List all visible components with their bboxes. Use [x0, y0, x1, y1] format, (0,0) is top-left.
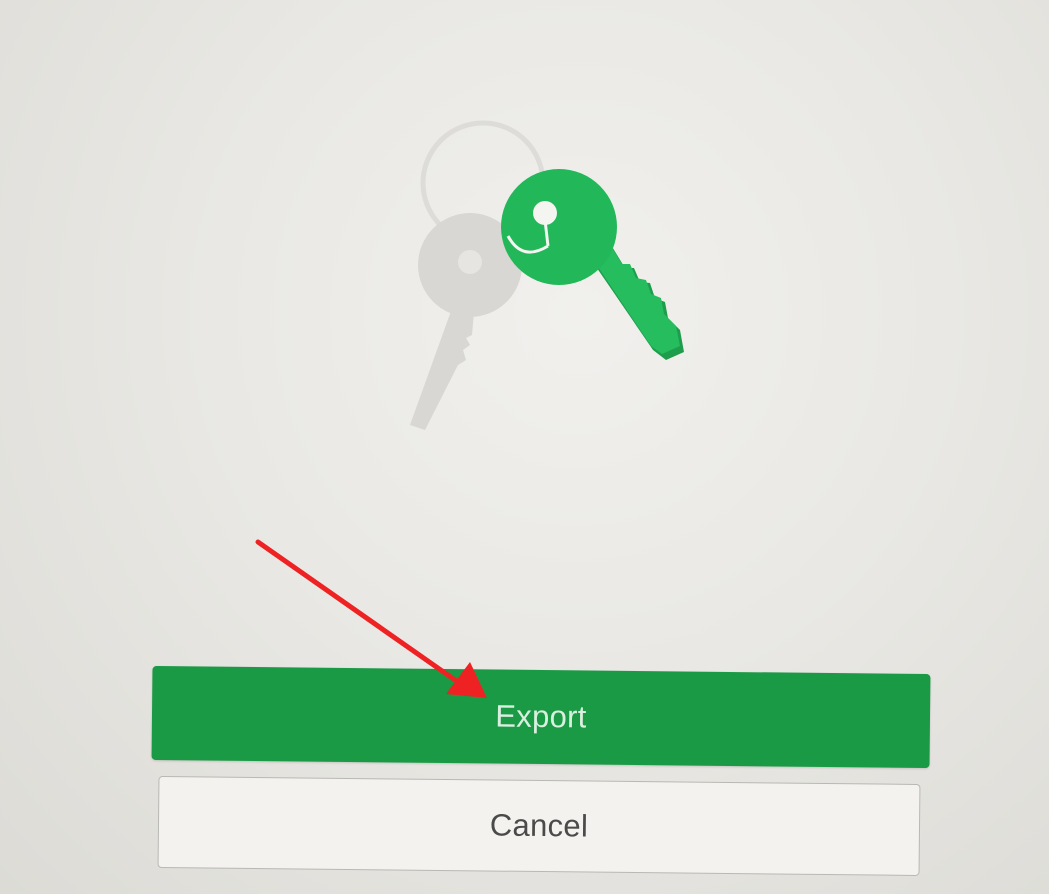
export-button[interactable]: Export [151, 665, 931, 769]
green-key-icon [501, 169, 684, 360]
cancel-button[interactable]: Cancel [157, 776, 921, 876]
